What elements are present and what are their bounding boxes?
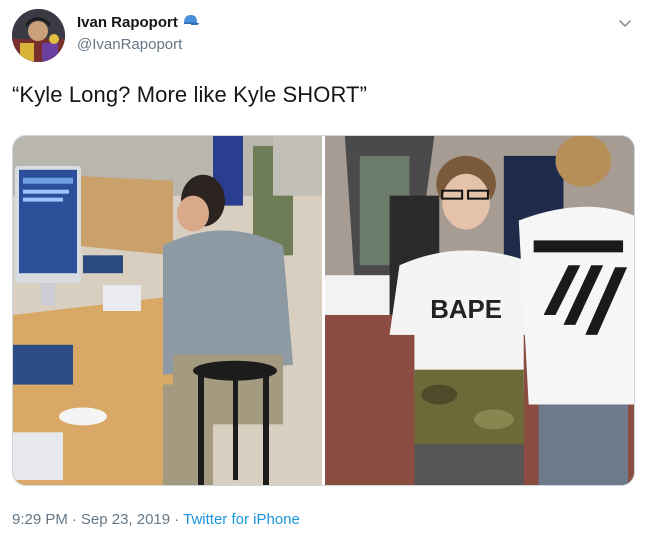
- media-grid: BAPE: [12, 135, 635, 486]
- meta-separator-2: ·: [174, 511, 180, 528]
- tweet-source-link[interactable]: Twitter for iPhone: [183, 511, 300, 528]
- photo-left[interactable]: [13, 136, 322, 485]
- avatar-image: [12, 9, 65, 62]
- tweet-time[interactable]: 9:29 PM: [12, 511, 68, 528]
- meta-separator: ·: [71, 511, 77, 528]
- avatar[interactable]: [12, 9, 65, 62]
- photo-right[interactable]: BAPE: [325, 136, 634, 485]
- tweet-date[interactable]: Sep 23, 2019: [81, 511, 170, 528]
- tweet-text: “Kyle Long? More like Kyle SHORT”: [12, 82, 368, 107]
- tweet-card: Ivan Rapoport @IvanRapoport “Kyle Long? …: [0, 0, 647, 541]
- shirt-text: BAPE: [430, 296, 502, 324]
- convention-photo: BAPE: [325, 136, 634, 485]
- chevron-down-icon[interactable]: [616, 14, 634, 32]
- cap-icon: [182, 13, 200, 32]
- tweet-meta: 9:29 PM · Sep 23, 2019 · Twitter for iPh…: [12, 511, 300, 528]
- author-handle[interactable]: @IvanRapoport: [77, 36, 182, 53]
- apple-store-photo: [13, 136, 322, 485]
- author-display-name[interactable]: Ivan Rapoport: [77, 14, 178, 31]
- author-name-row: Ivan Rapoport: [77, 13, 200, 32]
